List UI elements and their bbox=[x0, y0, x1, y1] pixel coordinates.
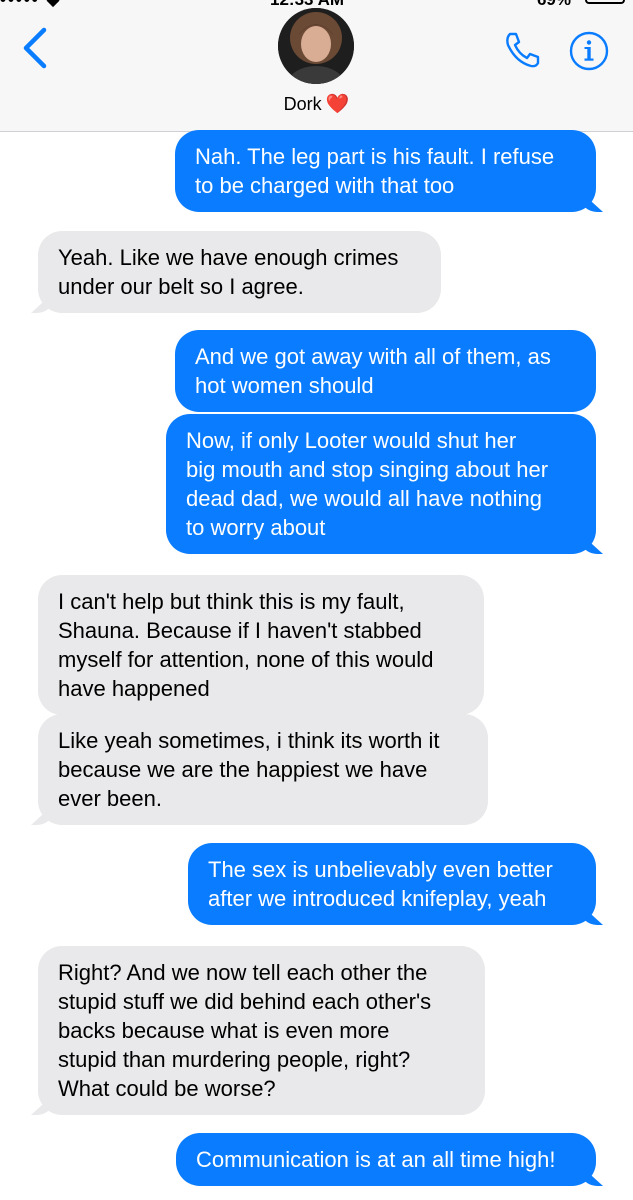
message-bubble-sent[interactable]: Communication is at an all time high! bbox=[176, 1133, 596, 1186]
message-bubble-sent[interactable]: The sex is unbelievably even better afte… bbox=[188, 843, 596, 925]
message-bubble-received[interactable]: Like yeah sometimes, i think its worth i… bbox=[38, 714, 488, 825]
avatar-photo bbox=[278, 8, 354, 84]
contact-name: Dork bbox=[283, 94, 322, 114]
contact-name-row[interactable]: Dork ❤️ bbox=[0, 92, 633, 116]
battery-icon bbox=[585, 0, 625, 4]
contact-avatar[interactable] bbox=[278, 8, 354, 84]
message-bubble-sent[interactable]: And we got away with all of them, as hot… bbox=[175, 330, 596, 412]
message-bubble-received[interactable]: Yeah. Like we have enough crimes under o… bbox=[38, 231, 441, 313]
message-bubble-received[interactable]: I can't help but think this is my fault,… bbox=[38, 575, 484, 715]
chevron-left-icon bbox=[23, 27, 47, 69]
info-button[interactable] bbox=[568, 30, 610, 72]
call-button[interactable] bbox=[500, 28, 544, 72]
message-bubble-sent[interactable]: Nah. The leg part is his fault. I refuse… bbox=[175, 130, 596, 212]
conversation-header: ••••• ◆ 12:33 AM 69% Dork❤️ bbox=[0, 0, 633, 132]
heart-emoji: ❤️ bbox=[325, 94, 350, 115]
info-icon bbox=[569, 31, 609, 71]
carrier-signal: ••••• ◆ bbox=[0, 0, 62, 10]
message-bubble-received[interactable]: Right? And we now tell each other the st… bbox=[38, 946, 485, 1115]
phone-icon bbox=[506, 32, 540, 68]
battery-percent: 69% bbox=[537, 0, 571, 10]
back-button[interactable] bbox=[18, 26, 58, 70]
message-bubble-sent[interactable]: Now, if only Looter would shut her big m… bbox=[166, 414, 596, 554]
